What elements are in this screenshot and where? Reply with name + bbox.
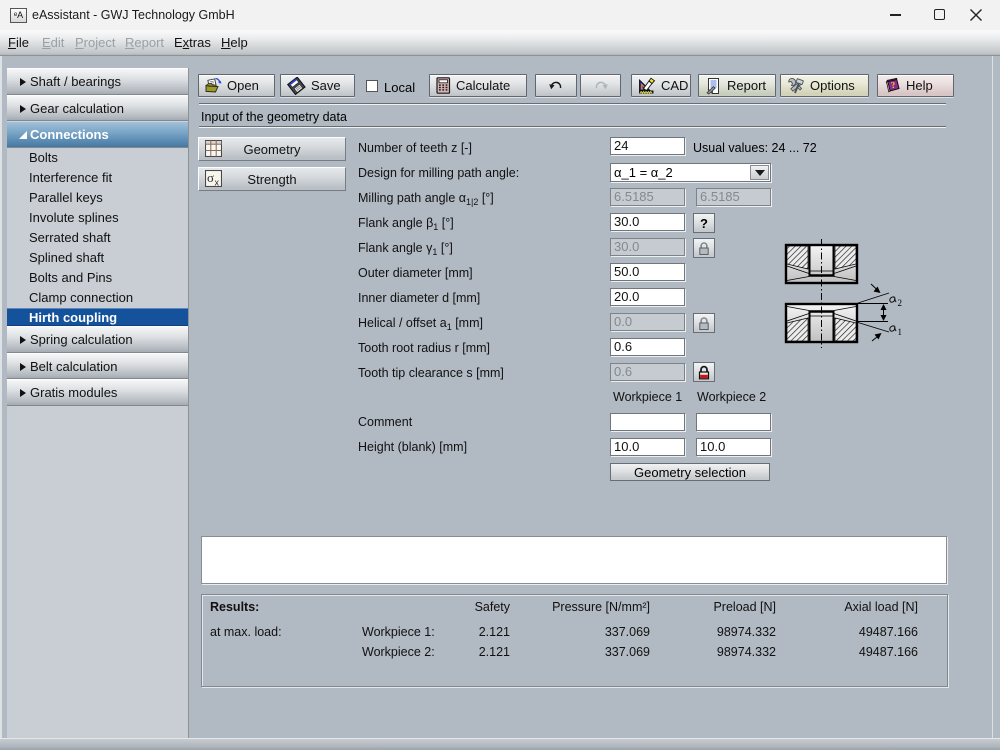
svg-text:1: 1 <box>898 327 903 337</box>
svg-text:2: 2 <box>898 298 903 308</box>
